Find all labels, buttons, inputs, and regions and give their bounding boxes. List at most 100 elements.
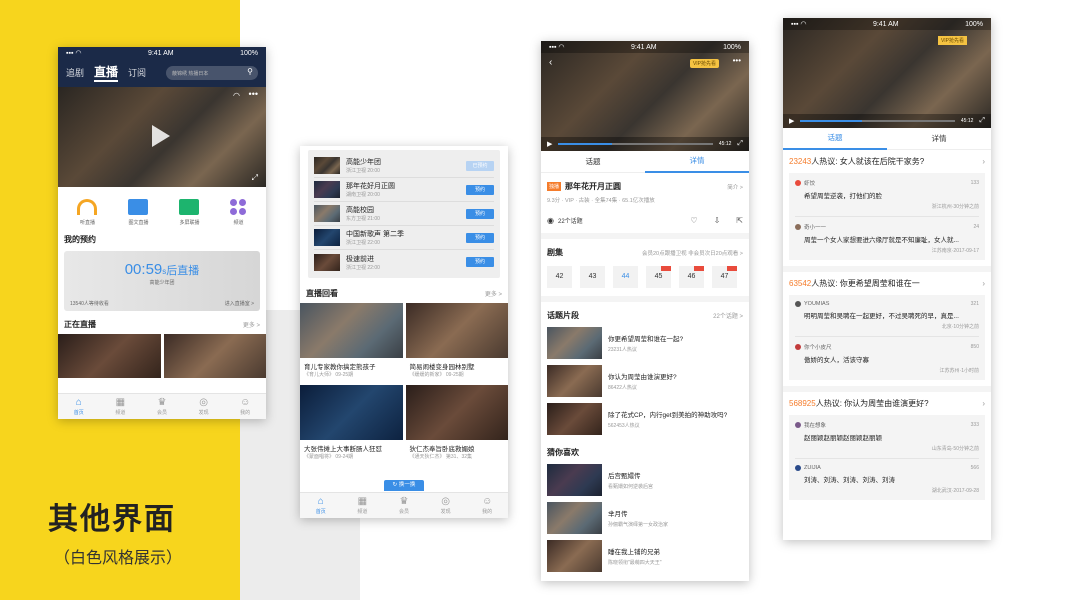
vip-badge [727,266,737,271]
clip-item[interactable]: 你认为周莹由谁演更好? 86422人热议 [541,361,749,401]
tab-topics[interactable]: 话题 [541,156,645,167]
more-icon[interactable]: ••• [249,89,258,99]
episode-item[interactable]: 43 [580,266,605,288]
clip-item[interactable]: 你更希望周莹和谁在一起? 23231人热议 [541,325,749,361]
tab-topics[interactable]: 话题 [783,128,887,150]
play-icon[interactable]: ▶ [789,117,794,125]
live-now-title: 正在直播 [64,320,96,329]
icon-channel[interactable]: 频道 [230,199,247,226]
share-icon[interactable]: ⇱ [736,216,743,225]
intro-link[interactable]: 简介 > [727,183,743,191]
reservation-row: 中国新歌声 第二季 浙江卫视 22:00 预约 [314,226,494,250]
reservation-title: 我的预约 [64,235,96,244]
tab-live[interactable]: 直播 [94,63,119,82]
tab-discover[interactable]: ◎ 发现 [183,394,225,419]
reserve-button[interactable]: 预约 [466,232,494,243]
recommend-item[interactable]: 睡在我上铺的兄弟 陈晓领衔"最萌四大天王" [541,538,749,574]
multiscreen-icon [179,199,200,215]
phone-detail: ▪▪▪ ◠ 9:41 AM 100% ‹ VIP抢先看 ••• ▶ 45:12 ⤢ … [541,41,749,581]
back-icon[interactable]: ‹ [549,57,552,68]
tab-details[interactable]: 详情 [887,133,991,144]
chevron-right-icon[interactable]: › [982,157,985,166]
refresh-button[interactable]: ↻ 换一换 [384,480,424,491]
tab-home[interactable]: ⌂ 首页 [300,493,342,518]
status-bar: ▪▪▪ ◠ 9:41 AM 100% [541,41,749,53]
status-bar: ▪▪▪ ◠ 9:41 AM 100% [66,49,258,58]
replay-card[interactable]: 简易闹楼变身园林别墅 《缓缓的新家》 09-25期 [405,303,508,382]
reserve-button[interactable]: 预约 [466,257,494,267]
image-icon [128,199,149,215]
chevron-right-icon[interactable]: › [982,279,985,288]
icon-multiscreen[interactable]: 多屏联播 [179,199,199,226]
status-bar: ▪▪▪ ◠ 9:41 AM 100% [783,18,991,30]
header: ▪▪▪ ◠ 9:41 AM 100% 追剧 直播 订阅 蔽锦绣 热播日本 ⚲ [58,47,266,87]
icon-listen[interactable]: 听直播 [77,199,98,226]
tab-me[interactable]: ☺ 我的 [224,394,266,419]
episode-item[interactable]: 46 [679,266,704,288]
play-icon[interactable] [152,125,170,147]
recommend-item[interactable]: 后宫甄嬛传 看甄嬛如何逆袭后宫 [541,462,749,498]
tab-subscribe[interactable]: 订阅 [128,66,146,79]
more-icon[interactable]: ••• [733,56,741,65]
search-input[interactable]: 蔽锦绣 热播日本 ⚲ [166,65,258,80]
reservation-list: 高能少年团 浙江卫视 20:00 已预约 那年花好月正圆 湖南卫视 20:00 预约 高… [308,150,500,278]
live-thumb[interactable] [164,334,266,378]
more-link[interactable]: 更多 > [243,320,260,329]
like-count: 566 [970,465,979,471]
download-icon[interactable]: ⇩ [714,216,721,225]
fullscreen-icon[interactable]: ⤢ [979,117,985,125]
headphones-icon [77,199,98,215]
comment: 我在想象 333 赵丽颖赵丽颖赵丽颖赵丽颖 山东青岛·50分钟之前 [795,421,979,459]
tab-home[interactable]: ⌂ 首页 [58,394,100,419]
video-player[interactable]: ▪▪▪ ◠ 9:41 AM 100% VIP抢先看 ▶ 45:12 ⤢ [783,18,991,128]
play-icon[interactable]: ▶ [547,140,552,148]
tab-discover[interactable]: ◎ 发现 [425,493,467,518]
video-player[interactable]: ▪▪▪ ◠ 9:41 AM 100% ‹ VIP抢先看 ••• ▶ 45:12 ⤢ [541,41,749,151]
avatar [795,224,801,230]
like-icon[interactable]: ♡ [690,216,697,225]
progress-bar[interactable] [558,143,713,145]
grid-icon: ▦ [357,496,368,507]
tab-vip[interactable]: ♛ 会员 [141,394,183,419]
clip-item[interactable]: 除了花式CP，内行get到美拍的神助攻吗? 562453人热议 [541,401,749,437]
fullscreen-icon[interactable]: ⤢ [737,140,743,148]
replay-card[interactable]: 大张伟摊上大事断肠人狂怼 《蒙面唱将》 09-24期 [300,385,403,464]
tab-details[interactable]: 详情 [645,151,749,173]
enter-room-link[interactable]: 进入直播室 > [225,300,254,307]
progress-bar[interactable] [800,120,955,122]
clips-title: 话题片段 [547,311,579,320]
replay-card[interactable]: 育儿专家教你搞定熊孩子 《育儿大师》 09-25期 [300,303,403,382]
icon-imagetext[interactable]: 图文直播 [128,199,148,226]
thumb [314,253,340,271]
thumb [314,205,340,222]
episode-item[interactable]: 47 [712,266,737,288]
fullscreen-icon[interactable]: ⤢ [252,173,258,183]
hero-video[interactable]: ◠ ••• ⤢ [58,87,266,187]
reserved-button[interactable]: 已预约 [466,160,494,171]
headphones-small-icon[interactable]: ◠ [233,91,240,100]
episode-item[interactable]: 42 [547,266,572,288]
reserve-button[interactable]: 预约 [466,184,494,195]
reservation-card[interactable]: 00:59s后直播 高能少年团 13540人等待收看 进入直播室 > [64,251,260,311]
episode-item[interactable]: 45 [646,266,671,288]
vip-badge [661,266,671,271]
reserve-button[interactable]: 预约 [466,208,494,219]
recommend-item[interactable]: 芈月传 孙俪霸气演绎第一女政治家 [541,498,749,538]
search-icon[interactable]: ⚲ [247,67,253,76]
replay-card[interactable]: 狄仁杰奉旨卧底救媚娘 《通天狄仁杰》 第31、32集 [405,385,508,464]
tab-channel[interactable]: ▦ 频道 [342,493,384,518]
tabs: 话题 详情 [541,151,749,173]
episode-item-active[interactable]: 44 [613,266,638,288]
comment: YOUMIAS 321 明明周莹和吴聘在一起更好，不过吴聘死的早，真是... 北京… [795,301,979,337]
topic-block: 568925人热议: 你认为周莹由谁演更好? › 我在想象 333 赵丽颖赵丽颖赵丽… [783,392,991,500]
more-link[interactable]: 更多 > [485,289,502,298]
tab-vip[interactable]: ♛ 会员 [383,493,425,518]
countdown: 00:59 [124,261,163,278]
chevron-right-icon[interactable]: › [982,399,985,408]
comment: 奇小一一 24 周莹一个女人家想要进六缘厅就是不知廉耻，女人就... 江苏南京·2… [795,217,979,254]
tab-follow[interactable]: 追剧 [66,66,84,79]
tab-channel[interactable]: ▦ 频道 [100,394,142,419]
live-thumb[interactable] [58,334,161,378]
tab-me[interactable]: ☺ 我的 [466,493,508,518]
thumb [314,229,340,246]
